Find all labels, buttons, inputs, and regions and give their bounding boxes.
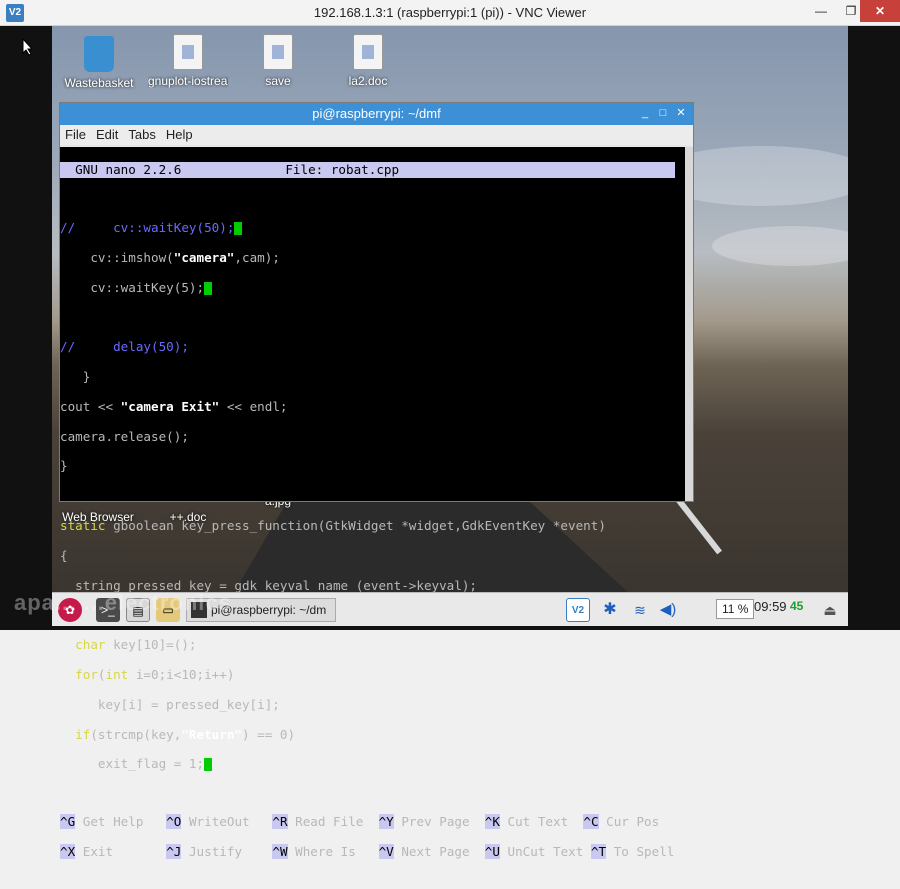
- bluetooth-icon[interactable]: ✱: [598, 598, 622, 622]
- cloud: [712, 226, 848, 266]
- terminal-minimize-icon[interactable]: _: [638, 106, 652, 120]
- terminal-titlebar[interactable]: pi@raspberrypi: ~/dmf _ □ ✕: [60, 103, 693, 125]
- code-line: }: [60, 458, 68, 474]
- menu-help[interactable]: Help: [161, 125, 198, 144]
- desktop-icon-label: Wastebasket: [64, 76, 134, 90]
- code-line: char key[10]=();: [60, 637, 197, 653]
- code-line: cv::waitKey(5);: [60, 280, 685, 296]
- code-line: // delay(50);: [60, 339, 189, 355]
- terminal-title: pi@raspberrypi: ~/dmf: [312, 106, 441, 121]
- menu-file[interactable]: File: [60, 125, 91, 144]
- nano-header: GNU nano 2.2.6 File: robat.cpp: [60, 162, 675, 178]
- code-line: cout << "camera Exit" << endl;: [60, 398, 288, 414]
- code-line: camera.release();: [60, 428, 189, 444]
- code-line: static gboolean key_press_function(GtkWi…: [60, 517, 606, 533]
- desktop-icon-label: gnuplot-iostream.h: [148, 74, 228, 88]
- code-line: if(strcmp(key,"Return") == 0): [60, 726, 296, 742]
- nano-help-row: ^G Get Help ^O WriteOut ^R Read File ^Y …: [60, 814, 660, 830]
- desktop-icon-label: la2.doc: [348, 74, 388, 88]
- volume-icon[interactable]: ◀): [656, 598, 680, 622]
- battery-level: 45: [790, 599, 804, 613]
- code-line: key[i] = pressed_key[i];: [60, 696, 280, 712]
- vnc-titlebar: V2 192.168.1.3:1 (raspberrypi:1 (pi)) - …: [0, 0, 900, 26]
- eject-icon[interactable]: ⏏: [818, 598, 842, 622]
- desktop-icon-la2[interactable]: la2.doc: [328, 34, 408, 88]
- desktop-icon-wastebasket[interactable]: Wastebasket: [59, 36, 139, 90]
- document-icon: [263, 34, 293, 70]
- minimize-button[interactable]: —: [806, 0, 836, 22]
- terminal-window[interactable]: pi@raspberrypi: ~/dmf _ □ ✕ File Edit Tabs…: [59, 102, 694, 860]
- desktop-icon-label: save image.doc: [265, 74, 291, 88]
- terminal-close-icon[interactable]: ✕: [674, 106, 688, 120]
- wifi-icon[interactable]: ≋: [628, 598, 652, 622]
- terminal-menubar: File Edit Tabs Help: [60, 125, 693, 145]
- nano-help-row: ^X Exit ^J Justify ^W Where Is ^V Next P…: [60, 844, 675, 860]
- document-icon: [173, 34, 203, 70]
- close-button[interactable]: ✕: [860, 0, 900, 22]
- vnc-tray-icon[interactable]: V2: [566, 598, 590, 622]
- code-line: cv::imshow("camera",cam);: [60, 249, 280, 265]
- code-line: // cv::waitKey(50);: [60, 220, 685, 236]
- menu-tabs[interactable]: Tabs: [123, 125, 160, 144]
- terminal-scrollbar[interactable]: [685, 147, 693, 501]
- code-line: {: [60, 547, 68, 563]
- wastebasket-icon: [84, 36, 114, 72]
- code-line: exit_flag = 1;: [60, 756, 685, 772]
- menu-edit[interactable]: Edit: [91, 125, 123, 144]
- document-icon: [353, 34, 383, 70]
- window-title: 192.168.1.3:1 (raspberrypi:1 (pi)) - VNC…: [313, 5, 587, 20]
- desktop-icon-save-image[interactable]: save image.doc: [238, 34, 318, 88]
- code-line: }: [60, 368, 91, 384]
- terminal-body[interactable]: GNU nano 2.2.6 File: robat.cpp // cv::wai…: [60, 147, 685, 860]
- mouse-cursor-icon: [22, 38, 34, 56]
- code-line: for(int i=0;i<10;i++): [60, 666, 235, 682]
- nano-version: GNU nano 2.2.6: [60, 162, 182, 177]
- nano-filename: File: robat.cpp: [285, 162, 400, 177]
- desktop-icon-gnuplot[interactable]: gnuplot-iostream.h: [148, 34, 228, 88]
- terminal-maximize-icon[interactable]: □: [656, 106, 670, 120]
- watermark: apa... ...electronics: [14, 590, 232, 615]
- volume-percent[interactable]: 11 %: [716, 599, 755, 619]
- clock: 09:59: [754, 599, 787, 614]
